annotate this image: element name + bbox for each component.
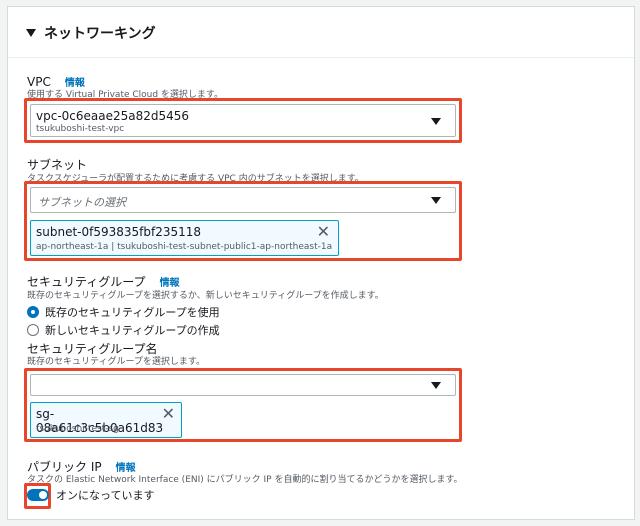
sg-highlight: sg-08a61c3c5b0a61d83 tsukuboshi-test-sg … (24, 368, 462, 442)
sg-label: セキュリティグループ (27, 275, 146, 289)
public-ip-description: タスクの Elastic Network Interface (ENI) にパブ… (27, 475, 463, 485)
vpc-select[interactable]: vpc-0c6eaae25a82d5456 tsukuboshi-test-vp… (30, 104, 456, 137)
radio-icon[interactable] (27, 324, 39, 336)
close-icon[interactable]: ✕ (317, 224, 330, 240)
toggle-label: オンになっています (56, 489, 155, 502)
sg-description: 既存のセキュリティグループを選択するか、新しいセキュリティグループを作成します。 (27, 291, 384, 301)
radio-new-label: 新しいセキュリティグループの作成 (45, 324, 220, 337)
sg-token-name: tsukuboshi-test-sg (36, 424, 119, 434)
subnet-placeholder: サブネットの選択 (38, 196, 126, 209)
dropdown-arrow-icon (431, 197, 441, 204)
sg-select[interactable] (30, 374, 456, 396)
subnet-select[interactable]: サブネットの選択 (30, 187, 456, 213)
dropdown-arrow-icon (431, 382, 441, 389)
caret-down-icon (26, 29, 36, 37)
divider (8, 57, 634, 58)
close-icon[interactable]: ✕ (162, 406, 175, 422)
subnet-token: subnet-0f593835fbf235118 ap-northeast-1a… (30, 220, 339, 256)
networking-panel: ネットワーキング VPC 情報 使用する Virtual Private Clou… (7, 6, 635, 520)
radio-existing-label: 既存のセキュリティグループを使用 (45, 306, 220, 319)
section-title: ネットワーキング (44, 26, 156, 42)
toggle-icon[interactable] (27, 489, 49, 501)
vpc-highlight: vpc-0c6eaae25a82d5456 tsukuboshi-test-vp… (24, 98, 462, 143)
subnet-token-id: subnet-0f593835fbf235118 (36, 225, 202, 239)
subnet-token-detail: ap-northeast-1a | tsukuboshi-test-subnet… (36, 242, 333, 252)
vpc-selected-name: tsukuboshi-test-vpc (36, 124, 125, 134)
sg-name-description: 既存のセキュリティグループを選択します。 (27, 357, 206, 367)
radio-existing-row[interactable]: 既存のセキュリティグループを使用 (27, 304, 220, 320)
radio-new-row[interactable]: 新しいセキュリティグループの作成 (27, 322, 220, 338)
radio-icon[interactable] (27, 306, 39, 318)
subnet-highlight: サブネットの選択 subnet-0f593835fbf235118 ap-nor… (24, 181, 462, 261)
sg-token: sg-08a61c3c5b0a61d83 tsukuboshi-test-sg … (30, 402, 182, 438)
section-header[interactable]: ネットワーキング (26, 23, 156, 43)
vpc-selected-id: vpc-0c6eaae25a82d5456 (36, 109, 190, 123)
toggle-knob (39, 491, 47, 499)
dropdown-arrow-icon (431, 118, 441, 125)
